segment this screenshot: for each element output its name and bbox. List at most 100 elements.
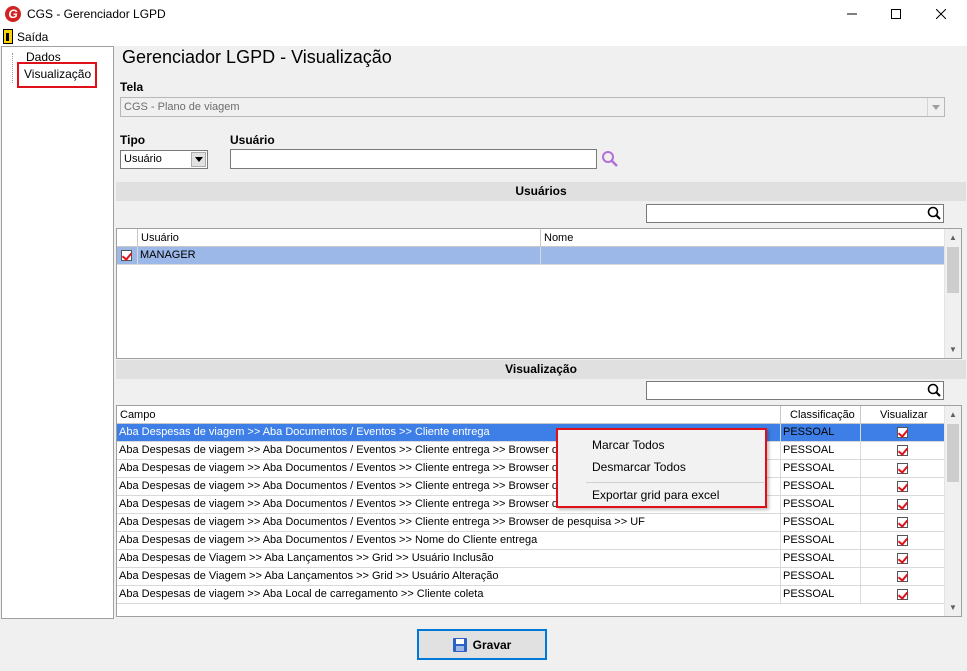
checkbox-checked-icon — [897, 516, 908, 528]
header-usuario[interactable]: Usuário — [138, 229, 541, 247]
search-icon — [602, 151, 618, 167]
minimize-button[interactable] — [829, 0, 875, 28]
table-row[interactable]: MANAGER — [117, 247, 945, 265]
save-disk-icon — [452, 637, 467, 652]
menu-item-exportar-excel[interactable]: Exportar grid para excel — [592, 488, 719, 502]
cell-classificacao: PESSOAL — [781, 460, 861, 478]
header-visualizar[interactable]: Visualizar — [861, 406, 945, 424]
app-logo-icon: G — [5, 6, 21, 22]
context-menu: Marcar Todos Desmarcar Todos Exportar gr… — [556, 428, 767, 508]
visualizacao-grid: Campo Classificação Visualizar Aba Despe… — [116, 405, 962, 617]
scroll-up-icon[interactable]: ▲ — [945, 229, 961, 246]
usuarios-vertical-scrollbar[interactable]: ▲ ▼ — [944, 229, 961, 358]
cell-campo: Aba Despesas de viagem >> Aba Local de c… — [117, 586, 781, 604]
cell-campo: Aba Despesas de viagem >> Aba Documentos… — [117, 532, 781, 550]
cell-nome — [541, 247, 945, 265]
table-row[interactable]: Aba Despesas de Viagem >> Aba Lançamento… — [117, 568, 945, 586]
cell-visualizar[interactable] — [861, 550, 945, 568]
search-icon — [927, 383, 941, 397]
tela-select[interactable]: CGS - Plano de viagem — [120, 97, 945, 117]
minimize-icon — [847, 13, 857, 15]
table-row[interactable]: Aba Despesas de viagem >> Aba Documentos… — [117, 442, 945, 460]
usuarios-filter-input[interactable] — [646, 204, 944, 223]
scroll-thumb[interactable] — [947, 247, 959, 293]
checkbox-checked-icon — [897, 462, 908, 474]
scroll-down-icon[interactable]: ▼ — [945, 599, 961, 616]
usuario-label: Usuário — [230, 133, 275, 147]
table-row[interactable]: Aba Despesas de viagem >> Aba Documentos… — [117, 460, 945, 478]
cell-visualizar[interactable] — [861, 514, 945, 532]
cell-classificacao: PESSOAL — [781, 550, 861, 568]
cell-classificacao: PESSOAL — [781, 514, 861, 532]
gravar-button[interactable]: Gravar — [417, 629, 547, 660]
tipo-select-value: Usuário — [124, 153, 162, 165]
header-nome[interactable]: Nome — [541, 229, 945, 247]
checkbox-checked-icon — [897, 570, 908, 582]
menu-bar: Saída — [0, 28, 967, 46]
table-row[interactable]: Aba Despesas de viagem >> Aba Documentos… — [117, 424, 945, 442]
checkbox-checked-icon — [897, 588, 908, 600]
tree-connector — [12, 53, 13, 83]
highlight-box — [17, 62, 97, 88]
header-campo[interactable]: Campo — [117, 406, 781, 424]
search-button[interactable] — [600, 150, 620, 168]
checkbox-checked-icon — [121, 249, 132, 261]
visualizacao-filter-search-button[interactable] — [925, 382, 943, 399]
checkbox-checked-icon — [897, 498, 908, 510]
menu-item-marcar-todos[interactable]: Marcar Todos — [592, 438, 664, 452]
cell-visualizar[interactable] — [861, 478, 945, 496]
search-icon — [927, 206, 941, 220]
exit-door-icon — [3, 29, 13, 44]
usuarios-section-title: Usuários — [116, 182, 966, 201]
cell-usuario: MANAGER — [138, 247, 541, 265]
cell-campo: Aba Despesas de Viagem >> Aba Lançamento… — [117, 550, 781, 568]
close-icon — [936, 9, 946, 19]
menu-saida-label: Saída — [17, 29, 49, 44]
cell-classificacao: PESSOAL — [781, 496, 861, 514]
window-title: CGS - Gerenciador LGPD — [27, 7, 166, 21]
cell-classificacao: PESSOAL — [781, 532, 861, 550]
table-row[interactable]: Aba Despesas de viagem >> Aba Documentos… — [117, 514, 945, 532]
usuario-input[interactable] — [230, 149, 597, 169]
cell-visualizar[interactable] — [861, 460, 945, 478]
table-row[interactable]: Aba Despesas de viagem >> Aba Documentos… — [117, 496, 945, 514]
tela-label: Tela — [120, 80, 144, 94]
visualizacao-filter-input[interactable] — [646, 381, 944, 400]
tipo-select[interactable]: Usuário — [120, 150, 208, 169]
checkbox-checked-icon — [897, 444, 908, 456]
checkbox-checked-icon — [897, 426, 908, 438]
table-row[interactable]: Aba Despesas de Viagem >> Aba Lançamento… — [117, 550, 945, 568]
cell-visualizar[interactable] — [861, 442, 945, 460]
cell-visualizar[interactable] — [861, 586, 945, 604]
visualizacao-grid-header: Campo Classificação Visualizar — [117, 406, 945, 424]
cell-visualizar[interactable] — [861, 424, 945, 442]
scroll-thumb[interactable] — [947, 424, 959, 482]
scroll-up-icon[interactable]: ▲ — [945, 406, 961, 423]
tela-select-value: CGS - Plano de viagem — [124, 101, 240, 113]
chevron-down-icon — [191, 152, 206, 167]
cell-classificacao: PESSOAL — [781, 424, 861, 442]
cell-classificacao: PESSOAL — [781, 568, 861, 586]
checkbox-checked-icon — [897, 552, 908, 564]
row-checkbox[interactable] — [117, 247, 138, 265]
sidebar-tree: Dados Visualização — [1, 46, 114, 619]
cell-visualizar[interactable] — [861, 532, 945, 550]
maximize-button[interactable] — [873, 0, 919, 28]
close-button[interactable] — [918, 0, 964, 28]
maximize-icon — [891, 9, 901, 19]
usuarios-filter-search-button[interactable] — [925, 205, 943, 222]
visualizacao-vertical-scrollbar[interactable]: ▲ ▼ — [944, 406, 961, 616]
menu-item-desmarcar-todos[interactable]: Desmarcar Todos — [592, 460, 686, 474]
table-row[interactable]: Aba Despesas de viagem >> Aba Documentos… — [117, 532, 945, 550]
scroll-down-icon[interactable]: ▼ — [945, 341, 961, 358]
menu-saida[interactable]: Saída — [3, 29, 48, 44]
cell-campo: Aba Despesas de Viagem >> Aba Lançamento… — [117, 568, 781, 586]
usuarios-grid-header: Usuário Nome — [117, 229, 945, 247]
table-row[interactable]: Aba Despesas de viagem >> Aba Documentos… — [117, 478, 945, 496]
cell-visualizar[interactable] — [861, 568, 945, 586]
table-row[interactable]: Aba Despesas de viagem >> Aba Local de c… — [117, 586, 945, 604]
header-classificacao[interactable]: Classificação — [781, 406, 861, 424]
cell-visualizar[interactable] — [861, 496, 945, 514]
usuarios-grid: Usuário Nome MANAGER ▲ ▼ — [116, 228, 962, 359]
cell-classificacao: PESSOAL — [781, 478, 861, 496]
